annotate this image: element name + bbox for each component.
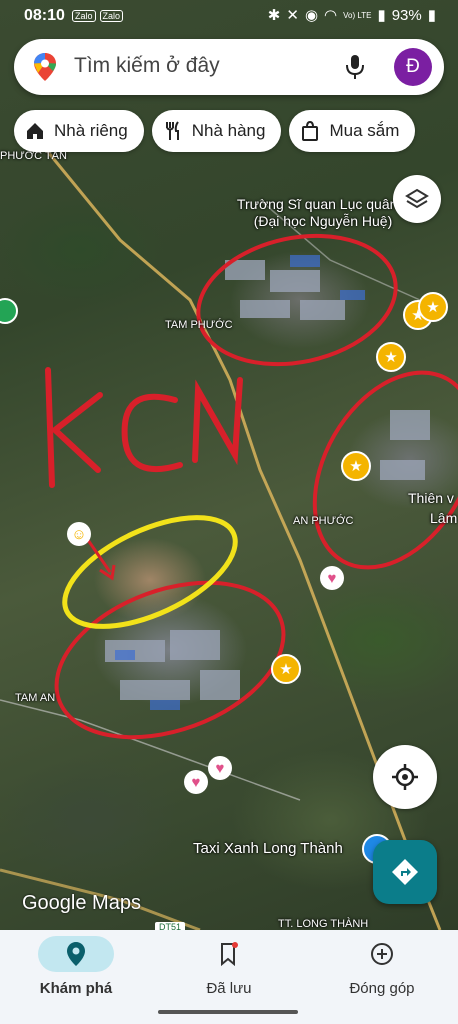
location-icon: ◉	[304, 7, 319, 24]
category-chips: Nhà riêng Nhà hàng Mua sắm	[14, 110, 416, 152]
mute-icon: ✕	[286, 7, 299, 24]
star-marker-icon[interactable]: ★	[341, 451, 371, 481]
my-location-button[interactable]	[373, 745, 437, 809]
search-bar[interactable]: Tìm kiếm ở đây Đ	[14, 39, 444, 95]
nav-explore[interactable]: Khám phá	[16, 936, 136, 997]
layers-button[interactable]	[393, 175, 441, 223]
nav-label: Đóng góp	[349, 980, 415, 997]
directions-button[interactable]	[373, 840, 437, 904]
bookmark-icon	[221, 942, 238, 966]
heart-marker-icon[interactable]: ♥	[208, 756, 232, 780]
chip-shopping[interactable]: Mua sắm	[289, 110, 416, 152]
layers-icon	[405, 188, 429, 209]
emoji-marker-icon[interactable]: ☺	[67, 522, 91, 546]
signal-icon: ▮	[377, 7, 386, 24]
battery-icon: ▮	[427, 7, 436, 24]
battery-level: 93%	[391, 6, 422, 24]
google-maps-pin-icon	[34, 53, 56, 81]
chip-label: Nhà hàng	[191, 121, 266, 140]
status-time: 08:10	[24, 7, 65, 24]
add-circle-icon	[371, 943, 393, 965]
map-label-tam-an: TAM AN	[15, 692, 56, 704]
map-label-school[interactable]: Trường Sĩ quan Lục quân 2 (Đại học Nguyễ…	[228, 196, 418, 230]
zalo-icon: Zalo	[72, 10, 96, 22]
map-label-tam-phuoc: TAM PHƯỚC	[165, 319, 233, 331]
google-maps-logo: Google Maps	[22, 892, 141, 914]
heart-marker-icon[interactable]: ♥	[320, 566, 344, 590]
wifi-icon: ◠	[324, 7, 338, 24]
map-label-thien[interactable]: Thiên v	[408, 490, 454, 506]
nav-contribute[interactable]: Đóng góp	[322, 936, 442, 997]
status-indicators: ✱ ✕ ◉ ◠ Vo) LTE ▮ 93% ▮	[267, 6, 436, 25]
microphone-icon[interactable]	[344, 53, 366, 81]
crosshair-icon	[392, 764, 418, 790]
map-label-taxi[interactable]: Taxi Xanh Long Thành	[193, 840, 343, 857]
avatar[interactable]: Đ	[394, 48, 432, 86]
nav-active-pill	[38, 936, 114, 972]
status-notification-icons: Zalo Zalo	[72, 10, 124, 22]
nav-saved[interactable]: Đã lưu	[169, 936, 289, 997]
chip-home[interactable]: Nhà riêng	[14, 110, 144, 152]
nav-pill	[344, 936, 420, 972]
shopping-bag-icon	[302, 120, 319, 141]
nav-label: Khám phá	[39, 980, 113, 997]
map-label-long-thanh: TT. LONG THÀNH	[278, 918, 369, 930]
chip-restaurants[interactable]: Nhà hàng	[151, 110, 282, 152]
map-label-an-phuoc: AN PHƯỚC	[293, 515, 354, 527]
map-label-lam[interactable]: Lâm	[430, 510, 457, 526]
heart-marker-icon[interactable]: ♥	[184, 770, 208, 794]
zalo-icon: Zalo	[99, 10, 124, 22]
home-icon	[27, 123, 43, 139]
star-marker-icon[interactable]: ★	[376, 342, 406, 372]
star-marker-icon[interactable]: ★	[271, 654, 301, 684]
road-label: DT51	[155, 922, 185, 930]
search-input[interactable]: Tìm kiếm ở đây	[74, 54, 220, 78]
chip-label: Nhà riêng	[54, 121, 128, 140]
network-label: Vo) LTE	[343, 10, 372, 20]
directions-icon	[392, 859, 418, 885]
gesture-bar[interactable]	[158, 1010, 298, 1014]
nav-label: Đã lưu	[206, 980, 252, 997]
restaurant-icon	[165, 121, 179, 140]
star-marker-icon[interactable]: ★	[418, 292, 448, 322]
status-bar: 08:10 Zalo Zalo ✱ ✕ ◉ ◠ Vo) LTE ▮ 93% ▮	[0, 0, 458, 32]
chip-label: Mua sắm	[329, 121, 400, 140]
explore-pin-icon	[67, 942, 85, 966]
bluetooth-icon: ✱	[267, 7, 281, 24]
nav-pill	[191, 936, 267, 972]
